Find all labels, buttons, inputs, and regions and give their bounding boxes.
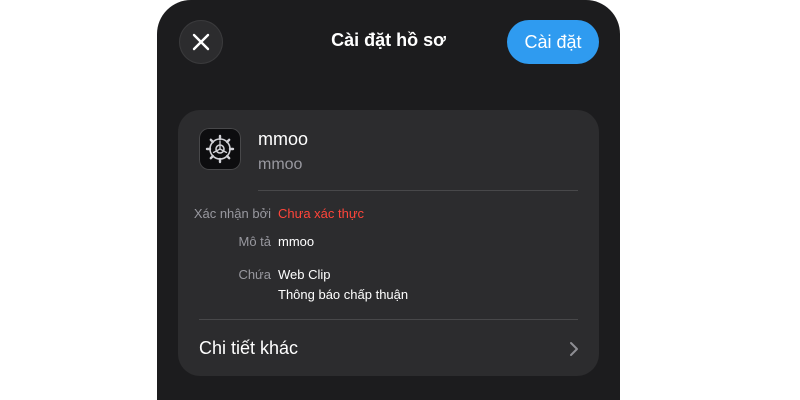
- contains-value-web-clip: Web Clip: [278, 267, 331, 282]
- gear-icon: [205, 134, 235, 164]
- profile-card: mmoo mmoo Xác nhận bởi Chưa xác thực Mô …: [178, 110, 599, 376]
- profile-subtitle: mmoo: [258, 156, 303, 173]
- close-button[interactable]: [179, 20, 223, 64]
- contains-value-consent: Thông báo chấp thuận: [278, 287, 409, 302]
- description-value: mmoo: [278, 234, 315, 249]
- profile-name: mmoo: [258, 129, 309, 149]
- profile-icon: [199, 128, 241, 170]
- page-title: Cài đặt hồ sơ: [331, 30, 446, 50]
- close-icon: [192, 33, 210, 51]
- more-details-row[interactable]: Chi tiết khác: [178, 320, 599, 376]
- header-divider: [258, 190, 578, 191]
- verified-by-value: Chưa xác thực: [278, 206, 365, 221]
- chevron-right-icon: [570, 342, 578, 356]
- more-details-label: Chi tiết khác: [199, 338, 299, 358]
- contains-label: Chứa: [238, 267, 271, 282]
- profile-install-sheet: Cài đặt hồ sơ Cài đặt mmoo mmoo Xác nhận…: [157, 0, 620, 400]
- install-button[interactable]: Cài đặt: [507, 20, 599, 64]
- description-label: Mô tả: [238, 234, 271, 249]
- verified-by-label: Xác nhận bởi: [193, 206, 271, 221]
